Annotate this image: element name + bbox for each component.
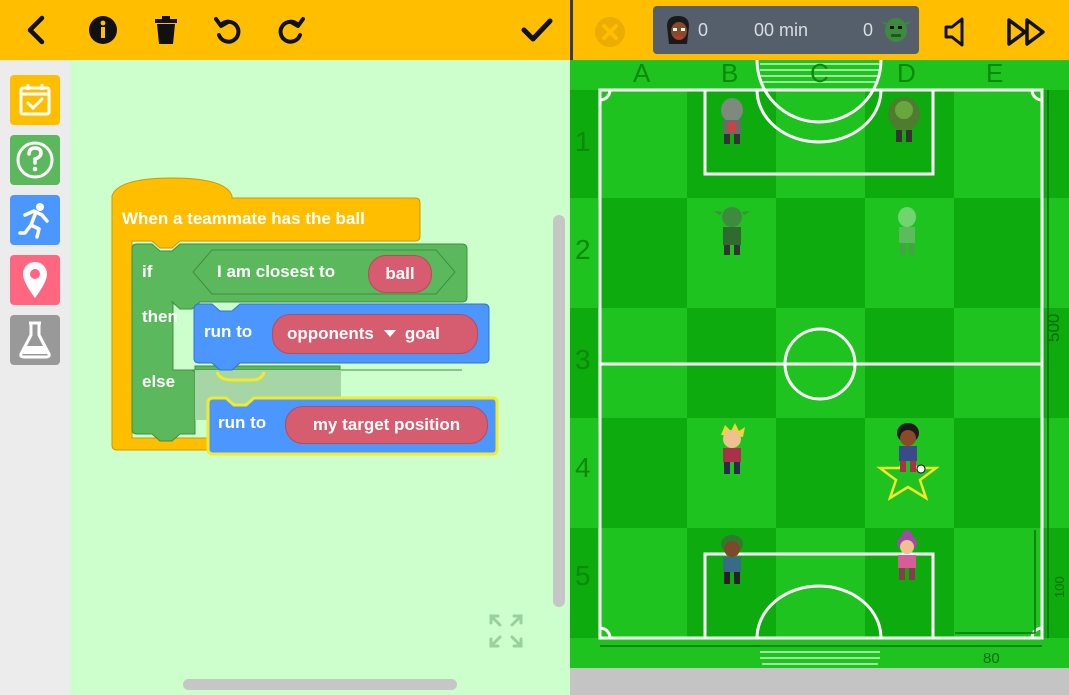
fast-forward-icon (1007, 18, 1045, 46)
target-dropdown[interactable]: opponents goal (272, 314, 478, 354)
condition-label: I am closest to (217, 262, 336, 281)
field-drawing (570, 60, 1069, 665)
target-suffix: goal (404, 324, 440, 343)
dropdown-arrow-icon (383, 330, 396, 337)
away-team-avatar-icon (881, 18, 911, 42)
away-score: 0 (863, 20, 874, 40)
column-label-a: A (633, 58, 651, 88)
column-label-d: D (897, 58, 916, 88)
player-goblin-1 (714, 207, 750, 255)
match-time: 00 min (754, 20, 809, 40)
column-label-c: C (810, 58, 829, 88)
row-label-3: 3 (575, 344, 591, 375)
home-score: 0 (698, 20, 709, 40)
if-label: if (142, 262, 153, 281)
column-label-b: B (721, 58, 739, 88)
speed-button[interactable] (1005, 16, 1051, 48)
target-value: opponents (287, 324, 374, 343)
app-root: 0 00 min 0 When a teammate has the ball … (0, 0, 1069, 695)
column-label-e: E (986, 58, 1004, 88)
row-label-5: 5 (575, 560, 591, 591)
scoreboard: 0 00 min 0 (653, 6, 919, 54)
speaker-icon (944, 17, 964, 47)
sound-button[interactable] (942, 16, 972, 48)
home-team-avatar-icon (667, 16, 689, 44)
condition-value: ball (385, 264, 415, 283)
run-to-label: run to (204, 322, 253, 341)
close-button[interactable] (594, 16, 626, 48)
soccer-field (570, 60, 1069, 668)
else-label: else (142, 372, 176, 391)
event-label: When a teammate has the ball (122, 209, 365, 228)
target-position-pill[interactable]: my target position (285, 406, 488, 444)
player-skeleton-1 (898, 207, 916, 255)
fullscreen-button[interactable] (489, 614, 523, 648)
player-dark-hair (897, 423, 926, 474)
row-label-2: 2 (575, 234, 591, 265)
run-to-label-2: run to (218, 413, 267, 432)
condition-value-pill[interactable]: ball (368, 255, 432, 293)
target-position-value: my target position (312, 415, 461, 434)
workspace-vertical-scrollbar[interactable] (553, 215, 565, 607)
row-label-1: 1 (575, 126, 591, 157)
bottom-measure: 80 (983, 650, 1000, 667)
fullscreen-icon (489, 614, 523, 648)
player-blonde (721, 423, 745, 474)
side-measure-small: 100 (1052, 576, 1067, 598)
then-label: then (142, 307, 178, 326)
workspace-horizontal-scrollbar[interactable] (183, 679, 457, 690)
close-icon (595, 17, 625, 47)
side-measure: 500 (1044, 313, 1063, 342)
row-label-4: 4 (575, 452, 591, 483)
field-bottom-strip (570, 668, 1069, 695)
